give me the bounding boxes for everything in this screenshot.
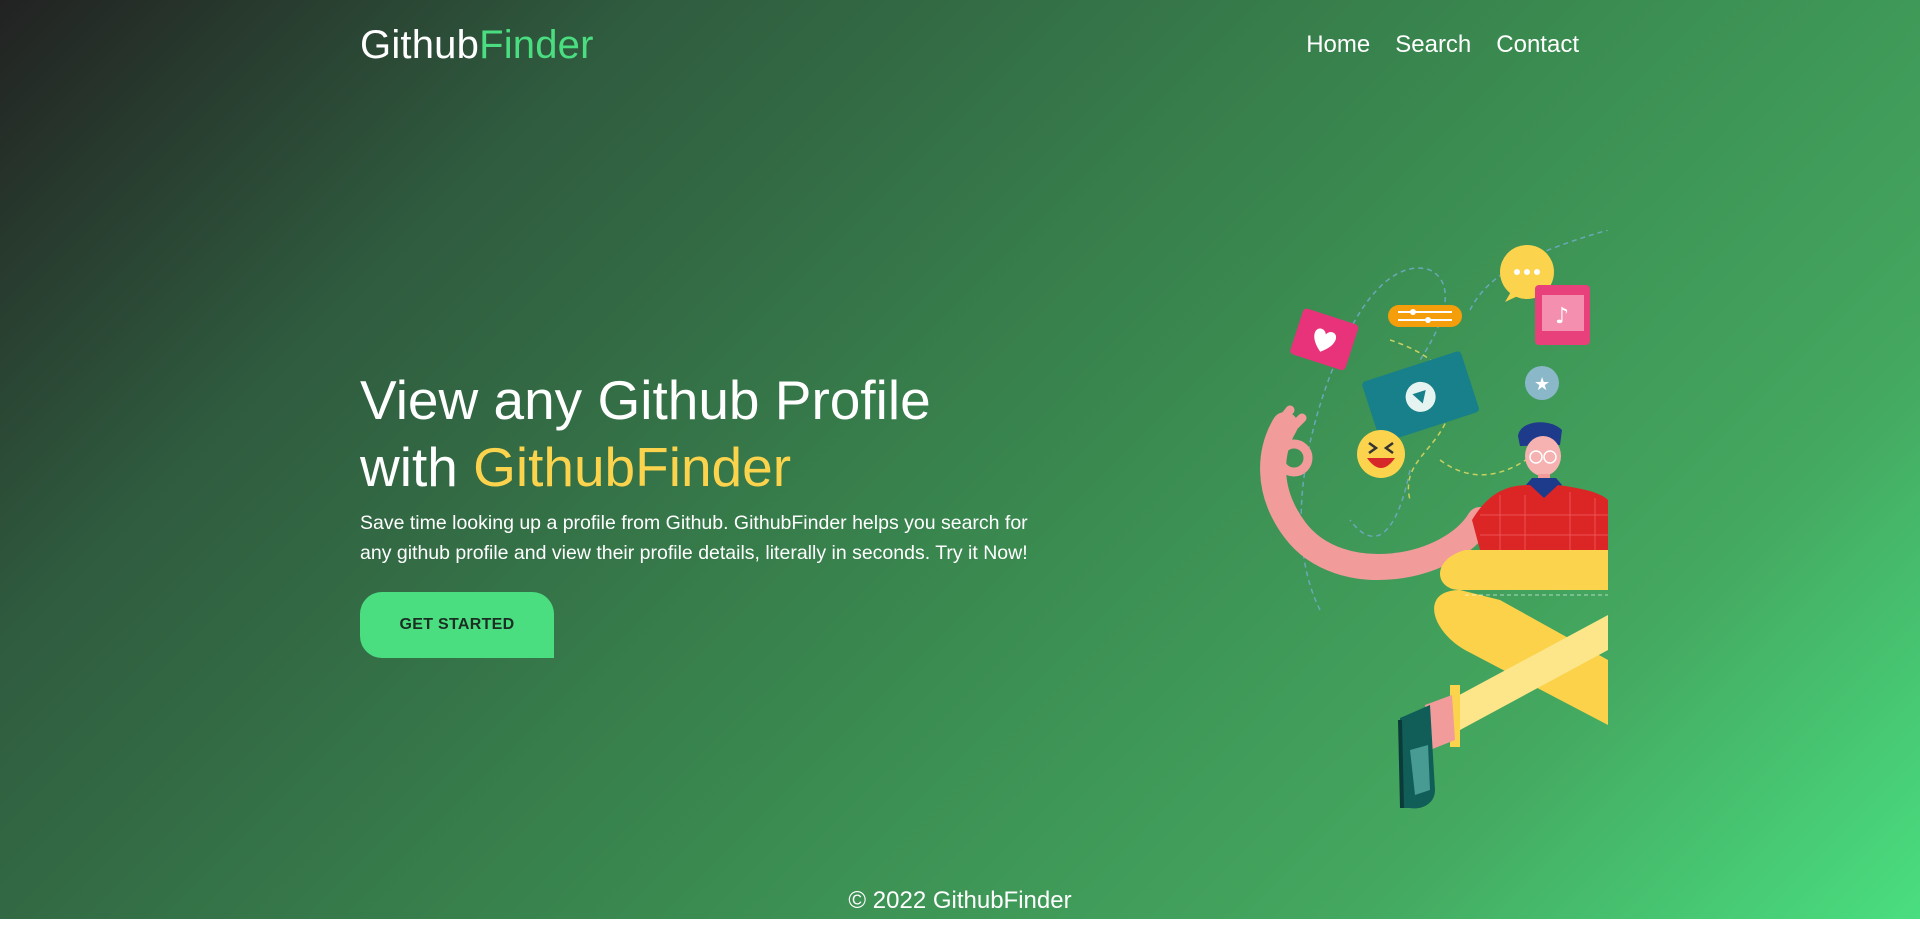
logo-text-github: Github [360,22,480,67]
footer: © 2022 GithubFinder [0,887,1920,915]
navbar: Github Finder Home Search Contact [360,0,1579,90]
get-started-button[interactable]: GET STARTED [360,592,554,658]
laughing-emoji-icon [1357,430,1405,478]
music-card-icon: ♪ [1535,285,1590,345]
hero-section: View any Github Profile with GithubFinde… [360,367,1080,658]
hero-title-accent: GithubFinder [473,436,792,498]
dashed-line-lower [1349,469,1411,537]
logo[interactable]: Github Finder [360,23,594,68]
video-card-icon [1362,351,1479,443]
hero-title-prefix: with [360,436,474,498]
nav-link-home[interactable]: Home [1306,31,1370,59]
nav-link-contact[interactable]: Contact [1496,31,1579,59]
logo-text-finder: Finder [479,22,594,67]
heart-card-icon [1290,308,1359,371]
slider-settings-icon [1388,305,1462,327]
star-badge-icon: ★ [1525,366,1559,400]
svg-text:★: ★ [1534,374,1550,395]
nav-link-search[interactable]: Search [1395,31,1471,59]
hero-title-line1: View any Github Profile [360,369,931,431]
svg-text:♪: ♪ [1555,304,1569,329]
nav-links: Home Search Contact [1306,31,1579,59]
person-figure [1398,422,1608,809]
page: Github Finder Home Search Contact View an… [0,0,1920,919]
social-media-person-illustration: ♪ ★ [1260,230,1608,809]
hero-title: View any Github Profile with GithubFinde… [360,367,1080,501]
hero-description: Save time looking up a profile from Gith… [360,512,1028,564]
footer-copyright: © 2022 GithubFinder [848,887,1072,914]
